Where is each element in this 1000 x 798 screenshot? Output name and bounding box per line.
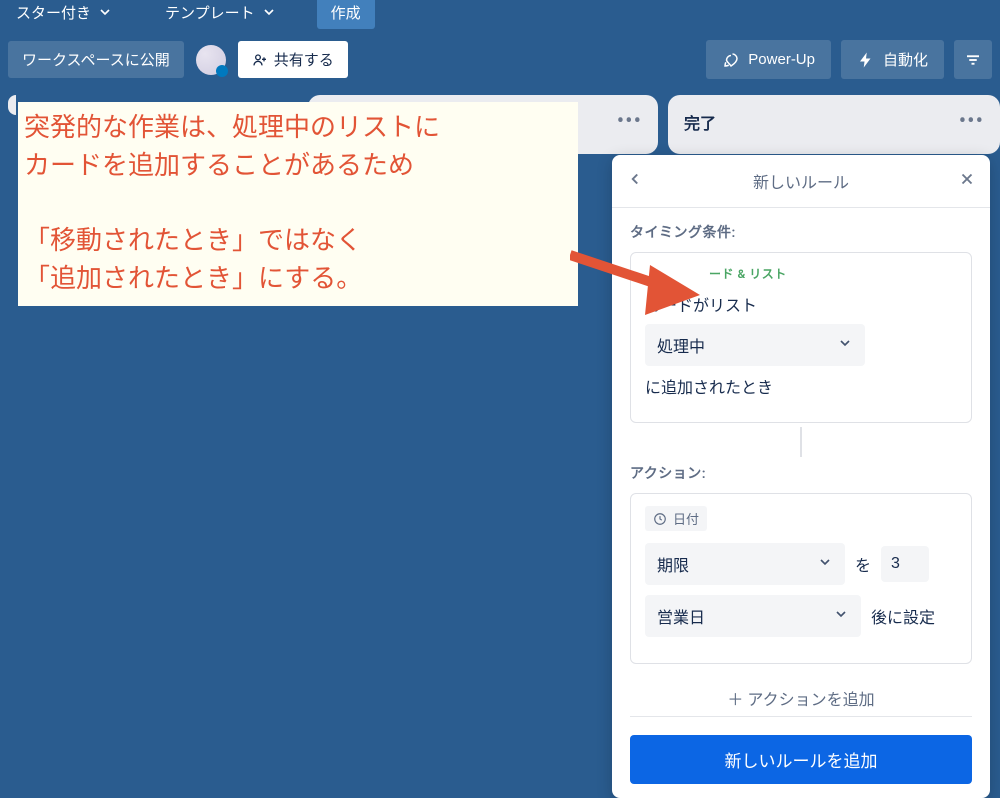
clock-icon	[653, 512, 667, 526]
action-row-1: 期限 を	[645, 543, 957, 585]
date-badge: 日付	[645, 506, 707, 531]
filter-button[interactable]	[954, 40, 992, 79]
powerup-button[interactable]: Power-Up	[706, 40, 831, 79]
back-button[interactable]	[626, 169, 650, 193]
list-done: 完了 •••	[668, 95, 1000, 154]
action-suffix: 後に設定	[871, 604, 935, 628]
board-header: ワークスペースに公開 共有する Power-Up 自動化	[0, 24, 1000, 95]
unit-select-value: 営業日	[657, 604, 705, 628]
rule-panel-header: 新しいルール	[612, 155, 990, 208]
chevron-left-icon	[626, 170, 644, 188]
date-badge-label: 日付	[673, 509, 699, 528]
list-title-done: 完了	[684, 110, 716, 134]
chevron-down-icon	[817, 554, 833, 574]
action-conj: を	[855, 552, 871, 576]
chevron-down-icon	[833, 606, 849, 626]
trigger-text-after: に追加されたとき	[645, 374, 957, 398]
field-select-value: 期限	[657, 552, 689, 576]
list-select[interactable]: 処理中	[645, 324, 865, 366]
nav-starred[interactable]: スター付き	[8, 0, 121, 27]
list-header: 完了 •••	[678, 105, 990, 144]
annotation-arrow-icon	[570, 225, 730, 325]
submit-rule-button[interactable]: 新しいルールを追加	[630, 735, 972, 784]
board-header-left: ワークスペースに公開 共有する	[8, 41, 348, 78]
bolt-icon	[857, 51, 875, 69]
rocket-icon	[722, 51, 740, 69]
rule-panel-title: 新しいルール	[650, 169, 952, 193]
nav-templates[interactable]: テンプレート	[157, 0, 285, 27]
close-button[interactable]	[952, 169, 976, 193]
add-action-button[interactable]: ＋ アクションを追加	[630, 668, 972, 717]
share-label: 共有する	[274, 49, 334, 70]
avatar[interactable]	[196, 45, 226, 75]
chevron-down-icon	[261, 4, 277, 20]
action-section: アクション: 日付 期限 を 営業日	[612, 457, 990, 668]
unit-select[interactable]: 営業日	[645, 595, 861, 637]
chevron-down-icon	[837, 335, 853, 355]
action-card: 日付 期限 を 営業日 後に設定	[630, 493, 972, 664]
person-add-icon	[252, 52, 268, 68]
action-row-2: 営業日 後に設定	[645, 595, 957, 637]
nav-starred-label: スター付き	[16, 2, 91, 23]
automation-button[interactable]: 自動化	[841, 40, 944, 79]
annotation-line: カードを追加することがあるため	[24, 148, 572, 186]
annotation-line: 「追加されたとき」にする。	[24, 261, 572, 299]
annotation-line: 「移動されたとき」ではなく	[24, 223, 572, 261]
number-input[interactable]	[881, 546, 929, 582]
share-button[interactable]: 共有する	[238, 41, 348, 78]
top-nav: スター付き テンプレート 作成	[0, 0, 1000, 24]
annotation-note: 突発的な作業は、処理中のリストに カードを追加することがあるため 「移動されたと…	[18, 102, 578, 306]
list-menu-button[interactable]: •••	[617, 109, 642, 134]
list-partial-left	[8, 95, 16, 115]
board-header-right: Power-Up 自動化	[706, 40, 992, 79]
chevron-down-icon	[97, 4, 113, 20]
list-menu-button[interactable]: •••	[959, 109, 984, 134]
connector-line	[800, 427, 802, 457]
powerup-label: Power-Up	[748, 51, 815, 68]
workspace-visibility-button[interactable]: ワークスペースに公開	[8, 41, 184, 78]
field-select[interactable]: 期限	[645, 543, 845, 585]
close-icon	[958, 170, 976, 188]
action-label: アクション:	[630, 463, 972, 483]
create-button[interactable]: 作成	[317, 0, 375, 29]
list-select-value: 処理中	[657, 333, 705, 357]
annotation-line: 突発的な作業は、処理中のリストに	[24, 110, 572, 148]
filter-icon	[964, 51, 982, 69]
automation-label: 自動化	[883, 49, 928, 70]
nav-templates-label: テンプレート	[165, 2, 255, 23]
